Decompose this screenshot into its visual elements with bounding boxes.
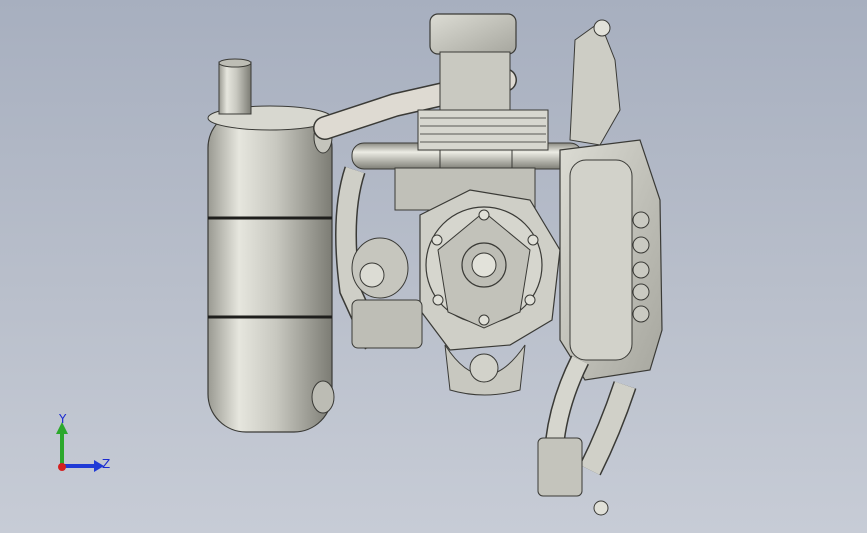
y-axis-label: Y xyxy=(59,412,67,426)
cylinder-block[interactable] xyxy=(394,13,549,211)
muffler[interactable] xyxy=(207,58,335,433)
coordinate-triad xyxy=(56,422,104,472)
z-axis-label: Z xyxy=(102,457,111,471)
crankcase-cover[interactable] xyxy=(419,189,561,396)
origin-dot xyxy=(58,463,66,471)
cad-3d-viewport[interactable]: Y Z xyxy=(0,0,867,533)
lower-exhaust[interactable] xyxy=(537,355,637,516)
engine-assembly-model[interactable] xyxy=(0,0,867,533)
radiator-housing[interactable] xyxy=(559,19,663,381)
